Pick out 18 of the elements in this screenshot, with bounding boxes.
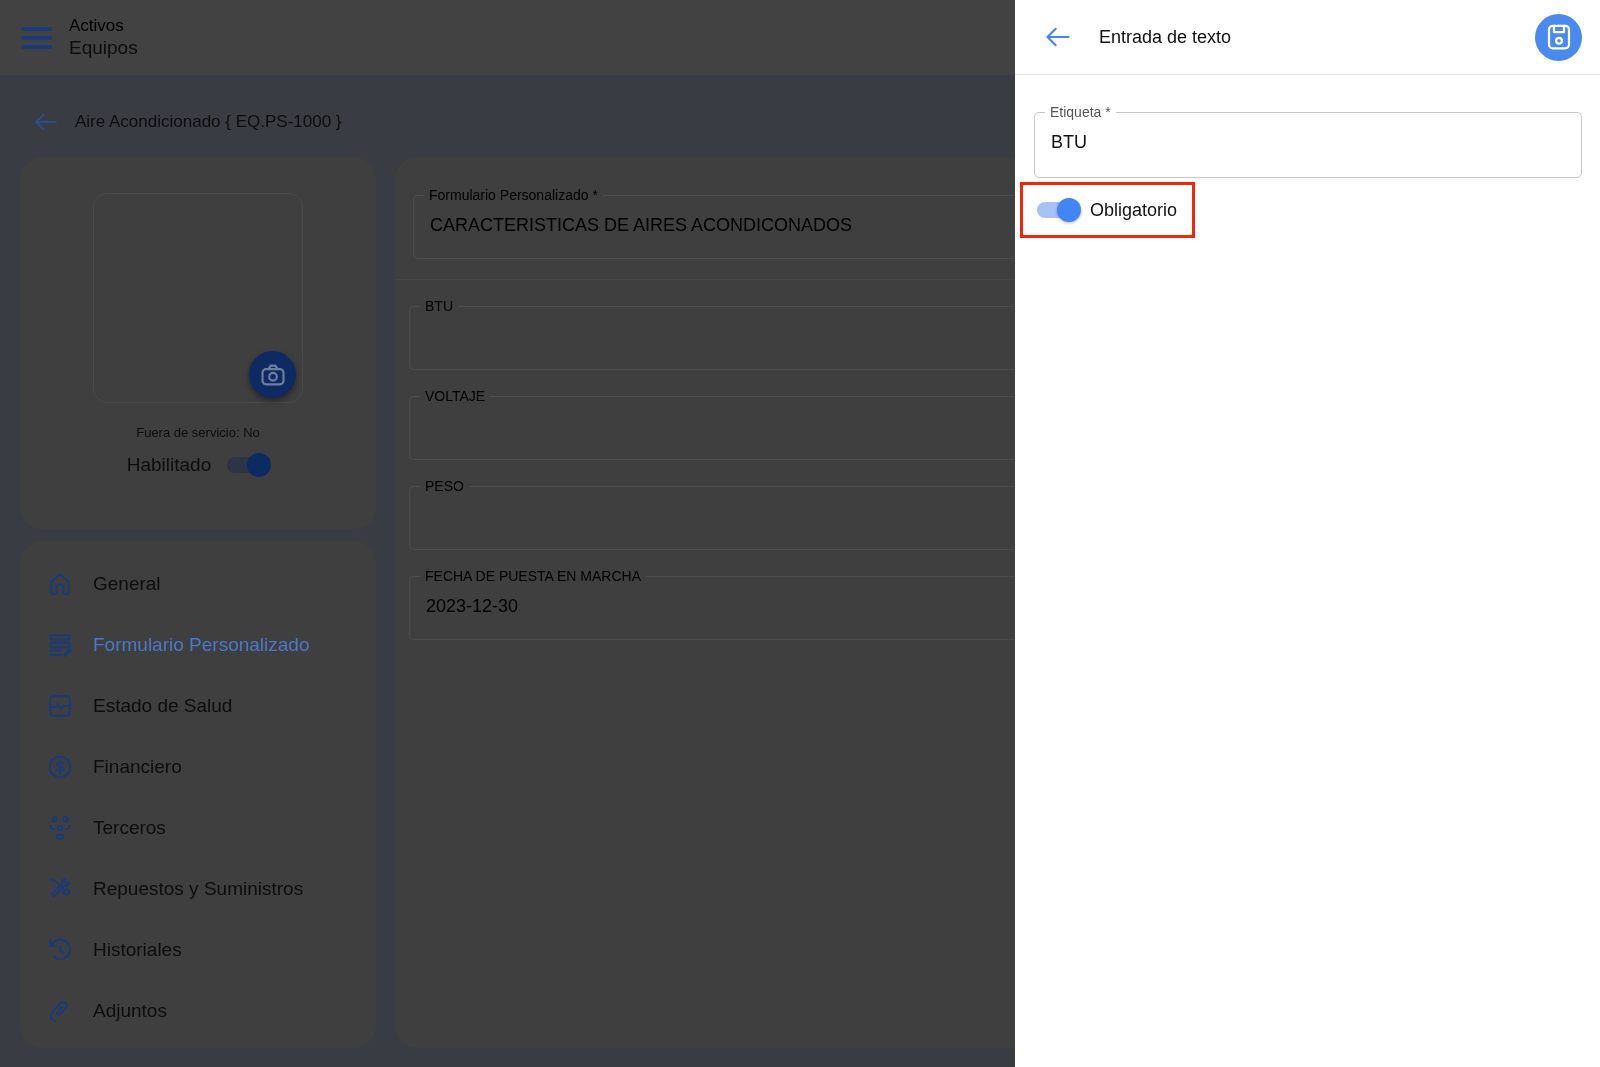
heart-rate-icon	[47, 692, 73, 719]
dollar-icon	[47, 753, 73, 780]
drawer-title: Entrada de texto	[1099, 26, 1233, 48]
people-icon	[47, 814, 73, 841]
history-icon	[47, 936, 73, 963]
save-button[interactable]	[1535, 13, 1582, 61]
house-icon	[47, 570, 73, 597]
input-field[interactable]: PESO	[409, 478, 1015, 550]
camera-button[interactable]	[249, 351, 296, 398]
template-select[interactable]: Formulario Personalizado * CARACTERISTICAS DE AIRES ACONDICONADOS	[413, 187, 1015, 259]
label-field[interactable]: Etiqueta * BTU	[1034, 104, 1582, 178]
breadcrumb-section: Activos	[69, 16, 138, 36]
input-field[interactable]: VOLTAJE	[409, 388, 1015, 460]
nav-item[interactable]: Formulario Personalizado	[47, 614, 347, 675]
form-edit-icon	[47, 631, 73, 658]
required-label: Obligatorio	[1090, 199, 1178, 221]
input-field[interactable]: BTU	[409, 298, 1015, 370]
input-field[interactable]: FECHA DE PUESTA EN MARCHA 2023-12-30	[409, 568, 1015, 640]
